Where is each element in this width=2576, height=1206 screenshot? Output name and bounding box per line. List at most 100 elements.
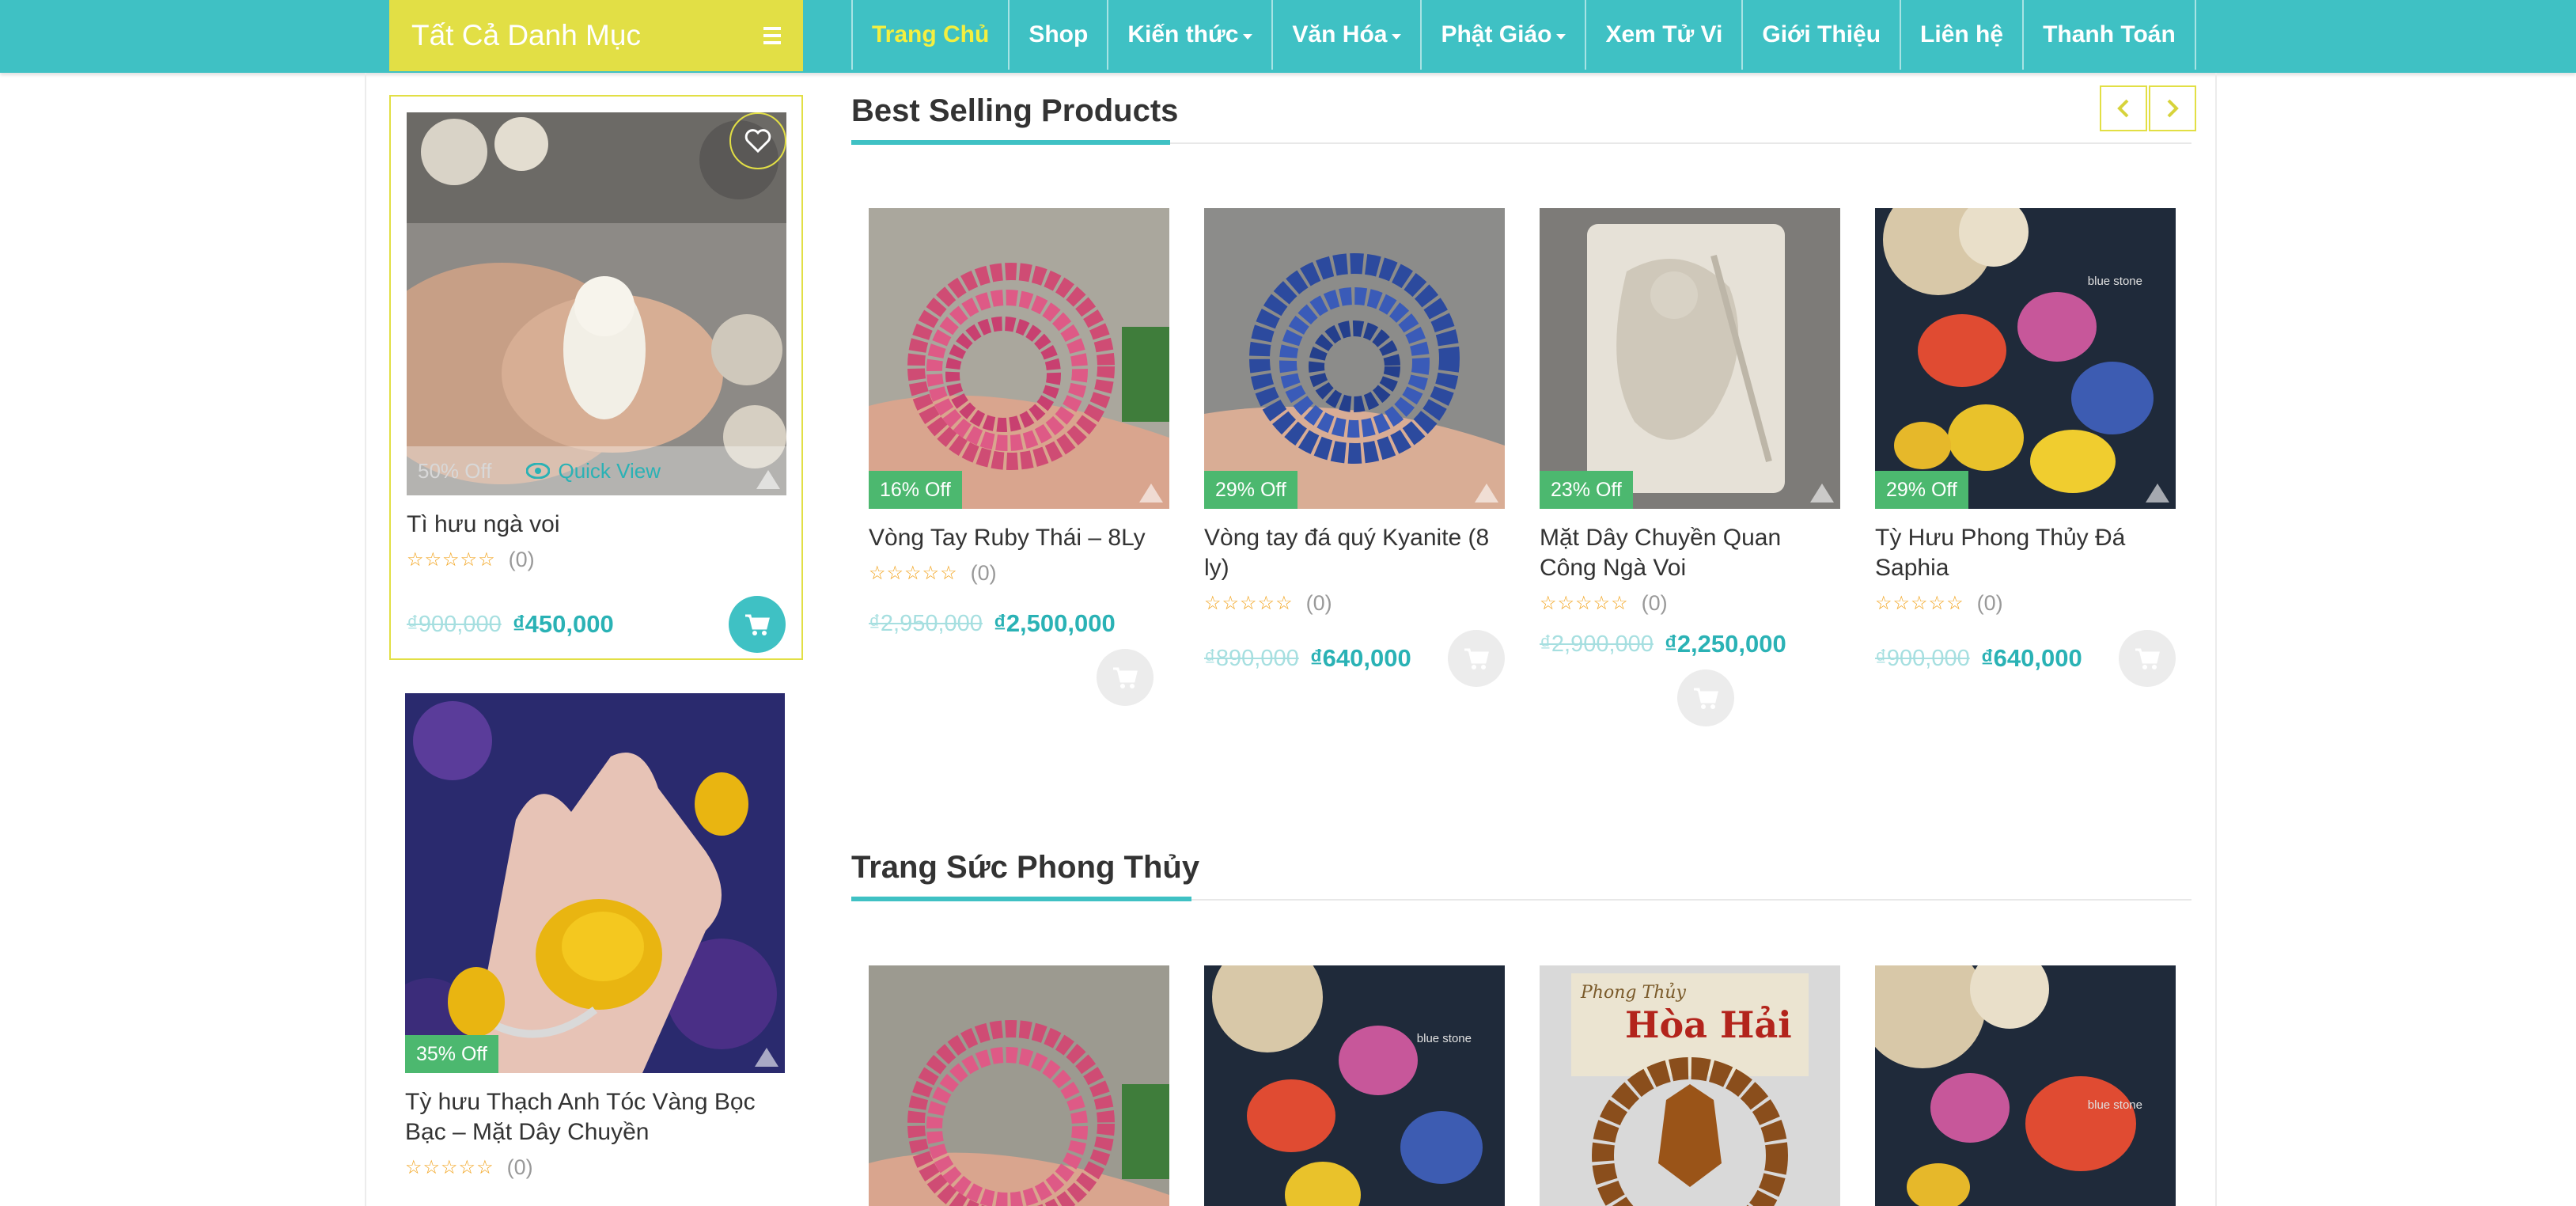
product-photo xyxy=(869,208,1169,509)
heart-icon xyxy=(744,129,771,154)
container-border-left xyxy=(365,73,366,1206)
nav-item-shop[interactable]: Shop xyxy=(1008,0,1107,70)
brand-logo-icon xyxy=(756,470,780,489)
product-card[interactable]: 23% Off Mặt Dây Chuyền Quan Công Ngà Voi… xyxy=(1540,208,1840,726)
product-card[interactable]: Phong Thủy Hòa Hải xyxy=(1540,965,1840,1206)
product-photo xyxy=(1204,208,1505,509)
nav-item-horoscope[interactable]: Xem Tử Vi xyxy=(1585,0,1741,70)
add-to-cart-button[interactable] xyxy=(1097,649,1154,706)
price-row: ₫2,900,000 ₫2,250,000 xyxy=(1540,630,1840,658)
product-image[interactable]: blue stone 29% Off xyxy=(1875,208,2176,509)
nav-item-knowledge[interactable]: Kiến thức xyxy=(1107,0,1271,70)
discount-badge: 23% Off xyxy=(1540,471,1633,509)
cart-icon xyxy=(2135,648,2160,669)
carousel-next-button[interactable] xyxy=(2149,85,2196,131)
product-photo xyxy=(405,693,785,1073)
product-name[interactable]: Mặt Dây Chuyền Quan Công Ngà Voi xyxy=(1540,523,1840,583)
chevron-left-icon xyxy=(2117,99,2129,118)
nav-item-payment[interactable]: Thanh Toán xyxy=(2022,0,2196,70)
product-photo xyxy=(1540,208,1840,509)
rating-count: (0) xyxy=(508,548,535,571)
all-categories-toggle[interactable]: Tất Cả Danh Mục xyxy=(389,0,803,71)
rating-count: (0) xyxy=(1976,591,2003,615)
product-card[interactable]: blue stone 29% Off Tỳ Hưu Phong Thủy Đá … xyxy=(1875,208,2176,687)
carousel-prev-button[interactable] xyxy=(2100,85,2147,131)
rating: ☆☆☆☆☆ (0) xyxy=(407,548,786,572)
new-price: ₫640,000 xyxy=(1309,644,1411,672)
product-name[interactable]: Tì hưu ngà voi xyxy=(407,510,786,540)
nav-item-contact[interactable]: Liên hệ xyxy=(1900,0,2022,70)
product-image[interactable]: 35% Off xyxy=(405,693,785,1073)
carousel-controls xyxy=(2100,85,2196,131)
nav-item-label: Thanh Toán xyxy=(2043,21,2176,47)
sidebar-product-card[interactable]: 35% Off Tỳ hưu Thạch Anh Tóc Vàng Bọc Bạ… xyxy=(389,677,803,1206)
product-name[interactable]: Tỳ Hưu Phong Thủy Đá Saphia xyxy=(1875,523,2176,583)
quick-view-button[interactable]: Quick View xyxy=(526,459,661,484)
rating: ☆☆☆☆☆ (0) xyxy=(1204,591,1505,616)
product-card[interactable]: blue stone xyxy=(1875,965,2176,1206)
nav-item-culture[interactable]: Văn Hóa xyxy=(1271,0,1420,70)
price-row: ₫900,000 ₫640,000 xyxy=(1875,630,2176,687)
new-price: ₫640,000 xyxy=(1980,644,2082,672)
wishlist-button[interactable] xyxy=(729,112,786,169)
product-image[interactable]: 50% Off Quick View xyxy=(407,112,786,495)
product-name[interactable]: Tỳ hưu Thạch Anh Tóc Vàng Bọc Bạc – Mặt … xyxy=(405,1087,787,1147)
page: Tất Cả Danh Mục Trang Chủ Shop Kiến thức… xyxy=(0,0,2576,1206)
eye-icon xyxy=(526,463,551,479)
add-to-cart-button[interactable] xyxy=(1677,669,1734,726)
star-rating-icon: ☆☆☆☆☆ xyxy=(1875,593,1964,614)
chevron-right-icon xyxy=(2167,99,2179,118)
image-overlay-bar: 50% Off Quick View xyxy=(407,446,786,495)
product-image[interactable]: blue stone xyxy=(1875,965,2176,1206)
caret-down-icon xyxy=(1243,33,1253,40)
product-image[interactable]: 23% Off xyxy=(1540,208,1840,509)
star-rating-icon: ☆☆☆☆☆ xyxy=(1540,593,1629,614)
cart-icon xyxy=(745,614,770,635)
nav-item-label: Shop xyxy=(1029,21,1089,47)
nav-item-label: Trang Chủ xyxy=(872,21,990,47)
section-title-underline xyxy=(851,140,1170,145)
section-title-best-selling: Best Selling Products xyxy=(851,93,1179,128)
rating-count: (0) xyxy=(970,561,997,585)
product-card[interactable]: 16% Off Vòng Tay Ruby Thái – 8Ly ☆☆☆☆☆ (0… xyxy=(869,208,1169,706)
product-card[interactable] xyxy=(869,965,1169,1206)
packaging-brand-text: Hòa Hải xyxy=(1625,1003,1792,1046)
product-name[interactable]: Vòng Tay Ruby Thái – 8Ly xyxy=(869,523,1169,553)
add-to-cart-button[interactable] xyxy=(2119,630,2176,687)
section-title-jewelry: Trang Sức Phong Thủy xyxy=(851,850,1200,885)
add-to-cart-button[interactable] xyxy=(1448,630,1505,687)
price-row: ₫890,000 ₫640,000 xyxy=(1204,630,1505,687)
nav-item-label: Xem Tử Vi xyxy=(1605,21,1723,47)
product-image[interactable]: Phong Thủy Hòa Hải xyxy=(1540,965,1840,1206)
nav-item-buddhism[interactable]: Phật Giáo xyxy=(1420,0,1585,70)
old-price: ₫2,950,000 xyxy=(869,610,983,636)
product-photo xyxy=(1204,965,1505,1206)
new-price: ₫450,000 xyxy=(512,610,614,638)
product-image[interactable]: blue stone xyxy=(1204,965,1505,1206)
rating: ☆☆☆☆☆ (0) xyxy=(869,561,1169,586)
packaging-text: Phong Thủy xyxy=(1581,983,1686,1003)
star-rating-icon: ☆☆☆☆☆ xyxy=(407,549,496,571)
discount-badge: 29% Off xyxy=(1204,471,1297,509)
discount-badge: 35% Off xyxy=(405,1035,498,1073)
rating: ☆☆☆☆☆ (0) xyxy=(405,1155,787,1180)
add-to-cart-button[interactable] xyxy=(729,596,786,653)
nav-item-label: Giới Thiệu xyxy=(1762,21,1881,47)
cart-icon xyxy=(1694,688,1718,709)
caret-down-icon xyxy=(1556,33,1566,40)
star-rating-icon: ☆☆☆☆☆ xyxy=(405,1157,494,1178)
product-image[interactable] xyxy=(869,965,1169,1206)
nav-item-label: Liên hệ xyxy=(1920,21,2004,47)
product-card[interactable]: blue stone xyxy=(1204,965,1505,1206)
discount-badge: 50% Off xyxy=(418,458,492,483)
sidebar-product-card[interactable]: 50% Off Quick View Tì hưu ngà voi ☆☆☆☆☆ (… xyxy=(389,95,803,660)
nav-item-label: Kiến thức xyxy=(1127,21,1239,47)
product-card[interactable]: 29% Off Vòng tay đá quý Kyanite (8 ly) ☆… xyxy=(1204,208,1505,687)
old-price: ₫2,900,000 xyxy=(1540,631,1654,657)
nav-item-about[interactable]: Giới Thiệu xyxy=(1741,0,1900,70)
cart-icon xyxy=(1113,667,1138,688)
product-image[interactable]: 29% Off xyxy=(1204,208,1505,509)
product-name[interactable]: Vòng tay đá quý Kyanite (8 ly) xyxy=(1204,523,1505,583)
product-image[interactable]: 16% Off xyxy=(869,208,1169,509)
nav-item-home[interactable]: Trang Chủ xyxy=(851,0,1008,70)
